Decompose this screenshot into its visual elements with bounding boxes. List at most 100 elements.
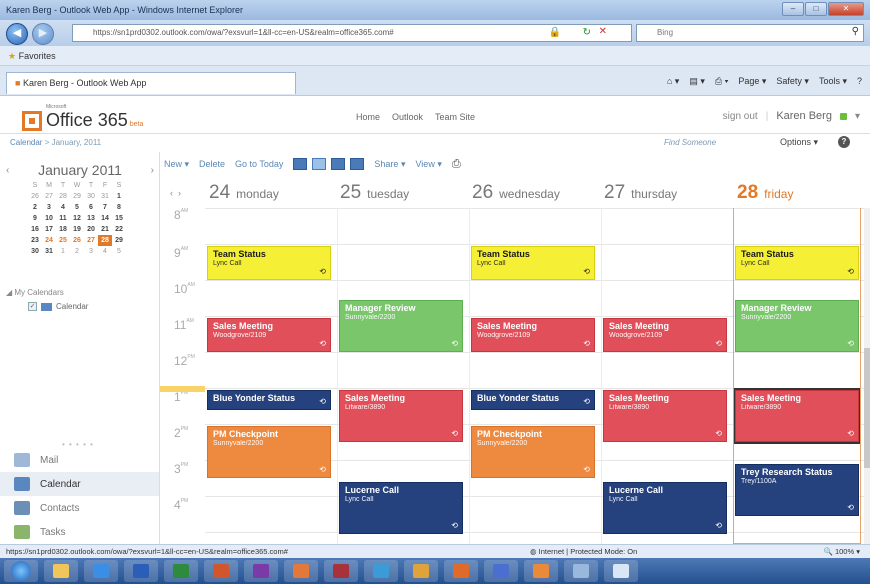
mini-day[interactable]: 26: [28, 191, 42, 202]
go-to-today-button[interactable]: Go to Today: [235, 159, 283, 169]
next-week-icon[interactable]: ›: [178, 188, 181, 198]
taskbar-powerpoint[interactable]: [204, 560, 238, 582]
mini-day[interactable]: 31: [42, 246, 56, 257]
print-icon[interactable]: ⎙ ▾: [715, 76, 728, 87]
month-view-icon[interactable]: [350, 158, 365, 170]
find-someone-input[interactable]: Find Someone: [664, 138, 716, 147]
share-menu[interactable]: Share ▾: [374, 159, 405, 170]
taskbar-sharepoint[interactable]: [284, 560, 318, 582]
mini-day[interactable]: 28: [56, 191, 70, 202]
module-tasks[interactable]: Tasks: [0, 520, 159, 544]
my-calendars-heading[interactable]: ◢ My Calendars: [6, 288, 64, 297]
mini-day[interactable]: 19: [70, 224, 84, 235]
mini-day[interactable]: 15: [112, 213, 126, 224]
event-lucerne-call-thu[interactable]: Lucerne Call Lync Call ⟲: [603, 482, 727, 534]
search-icon[interactable]: ⚲: [852, 26, 859, 37]
options-menu[interactable]: Options ▾: [780, 137, 818, 148]
module-calendar[interactable]: Calendar: [0, 472, 159, 496]
mini-day[interactable]: 7: [98, 202, 112, 213]
next-month-icon[interactable]: ›: [151, 165, 154, 176]
day-header-friday-today[interactable]: 28 friday: [737, 182, 793, 208]
mini-day[interactable]: 4: [56, 202, 70, 213]
view-menu[interactable]: View ▾: [415, 159, 441, 170]
browser-search-box[interactable]: Bing ⚲: [636, 24, 864, 42]
safety-menu[interactable]: Safety ▾: [776, 76, 809, 87]
mini-day[interactable]: 29: [70, 191, 84, 202]
address-bar[interactable]: https://sn1prd0302.outlook.com/owa/?exsv…: [72, 24, 632, 42]
taskbar-app-3[interactable]: [604, 560, 638, 582]
prev-week-icon[interactable]: ‹: [170, 188, 173, 198]
favorites-button[interactable]: Favorites: [19, 51, 56, 61]
day-header-monday[interactable]: 24 monday: [209, 182, 279, 208]
module-contacts[interactable]: Contacts: [0, 496, 159, 520]
print-icon[interactable]: ⎙: [452, 158, 461, 171]
event-sales-meeting-thu-2[interactable]: Sales Meeting Litware/3890 ⟲: [603, 390, 727, 442]
taskbar-app-2[interactable]: [564, 560, 598, 582]
mini-day[interactable]: 12: [70, 213, 84, 224]
mini-calendar-month[interactable]: January 2011: [38, 162, 122, 178]
mini-day[interactable]: 23: [28, 235, 42, 246]
mini-day[interactable]: 5: [70, 202, 84, 213]
sign-out-link[interactable]: sign out: [723, 111, 758, 122]
taskbar-media[interactable]: [484, 560, 518, 582]
mini-day[interactable]: 30: [28, 246, 42, 257]
taskbar-excel[interactable]: [164, 560, 198, 582]
taskbar-app[interactable]: [524, 560, 558, 582]
event-sales-meeting-mon[interactable]: Sales Meeting Woodgrove/2109 ⟲: [207, 318, 331, 352]
nav-team-site[interactable]: Team Site: [435, 112, 475, 122]
mini-day[interactable]: 1: [112, 191, 126, 202]
mini-day[interactable]: 9: [28, 213, 42, 224]
mini-day-today[interactable]: 28: [98, 235, 112, 246]
mini-day[interactable]: 14: [98, 213, 112, 224]
taskbar-firefox[interactable]: [444, 560, 478, 582]
office365-logo[interactable]: Microsoft Office 365 beta: [22, 104, 143, 131]
work-week-view-icon[interactable]: [312, 158, 327, 170]
security-zone[interactable]: ◍ Internet | Protected Mode: On: [530, 547, 637, 556]
forward-button[interactable]: ▶: [32, 23, 54, 45]
stop-icon[interactable]: ✕: [599, 26, 607, 37]
mini-day[interactable]: 31: [98, 191, 112, 202]
event-lucerne-call-tue[interactable]: Lucerne Call Lync Call ⟲: [339, 482, 463, 534]
mini-day[interactable]: 22: [112, 224, 126, 235]
mini-day[interactable]: 6: [84, 202, 98, 213]
event-sales-meeting-thu-1[interactable]: Sales Meeting Woodgrove/2109 ⟲: [603, 318, 727, 352]
mini-day[interactable]: 30: [84, 191, 98, 202]
maximize-button[interactable]: □: [805, 2, 827, 16]
day-header-thursday[interactable]: 27 thursday: [604, 182, 677, 208]
back-button[interactable]: ◀: [6, 23, 28, 45]
event-blue-yonder-mon[interactable]: Blue Yonder Status ⟲: [207, 390, 331, 410]
schedule-scrollbar[interactable]: [864, 208, 870, 544]
day-header-tuesday[interactable]: 25 tuesday: [340, 182, 409, 208]
mini-day[interactable]: 4: [98, 246, 112, 257]
page-menu[interactable]: Page ▾: [738, 76, 766, 87]
mini-day[interactable]: 26: [70, 235, 84, 246]
lock-icon[interactable]: 🔒: [549, 27, 561, 38]
calendar-list-item[interactable]: ✓ Calendar: [28, 302, 88, 311]
breadcrumb-calendar[interactable]: Calendar: [10, 138, 42, 147]
week-view-icon[interactable]: [331, 158, 346, 170]
mini-day[interactable]: 29: [112, 235, 126, 246]
scrollbar-thumb[interactable]: [864, 348, 870, 468]
event-pm-checkpoint-mon[interactable]: PM Checkpoint Sunnyvale/2200 ⟲: [207, 426, 331, 478]
mini-day[interactable]: 17: [42, 224, 56, 235]
delete-button[interactable]: Delete: [199, 159, 225, 169]
event-manager-review-tue[interactable]: Manager Review Sunnyvale/2200 ⟲: [339, 300, 463, 352]
event-team-status-mon[interactable]: Team Status Lync Call ⟲: [207, 246, 331, 280]
taskbar-word[interactable]: [124, 560, 158, 582]
mini-day[interactable]: 27: [42, 191, 56, 202]
event-sales-meeting-wed[interactable]: Sales Meeting Woodgrove/2109 ⟲: [471, 318, 595, 352]
taskbar-outlook[interactable]: [404, 560, 438, 582]
mini-day[interactable]: 2: [70, 246, 84, 257]
mini-day[interactable]: 11: [56, 213, 70, 224]
help-icon[interactable]: ?: [838, 136, 850, 148]
mini-day[interactable]: 20: [84, 224, 98, 235]
mini-day[interactable]: 18: [56, 224, 70, 235]
mini-day[interactable]: 27: [84, 235, 98, 246]
mini-day[interactable]: 25: [56, 235, 70, 246]
calendar-checkbox[interactable]: ✓: [28, 302, 37, 311]
mini-day[interactable]: 24: [42, 235, 56, 246]
mini-day[interactable]: 8: [112, 202, 126, 213]
mini-day[interactable]: 13: [84, 213, 98, 224]
mini-day[interactable]: 21: [98, 224, 112, 235]
taskbar-lync[interactable]: [364, 560, 398, 582]
